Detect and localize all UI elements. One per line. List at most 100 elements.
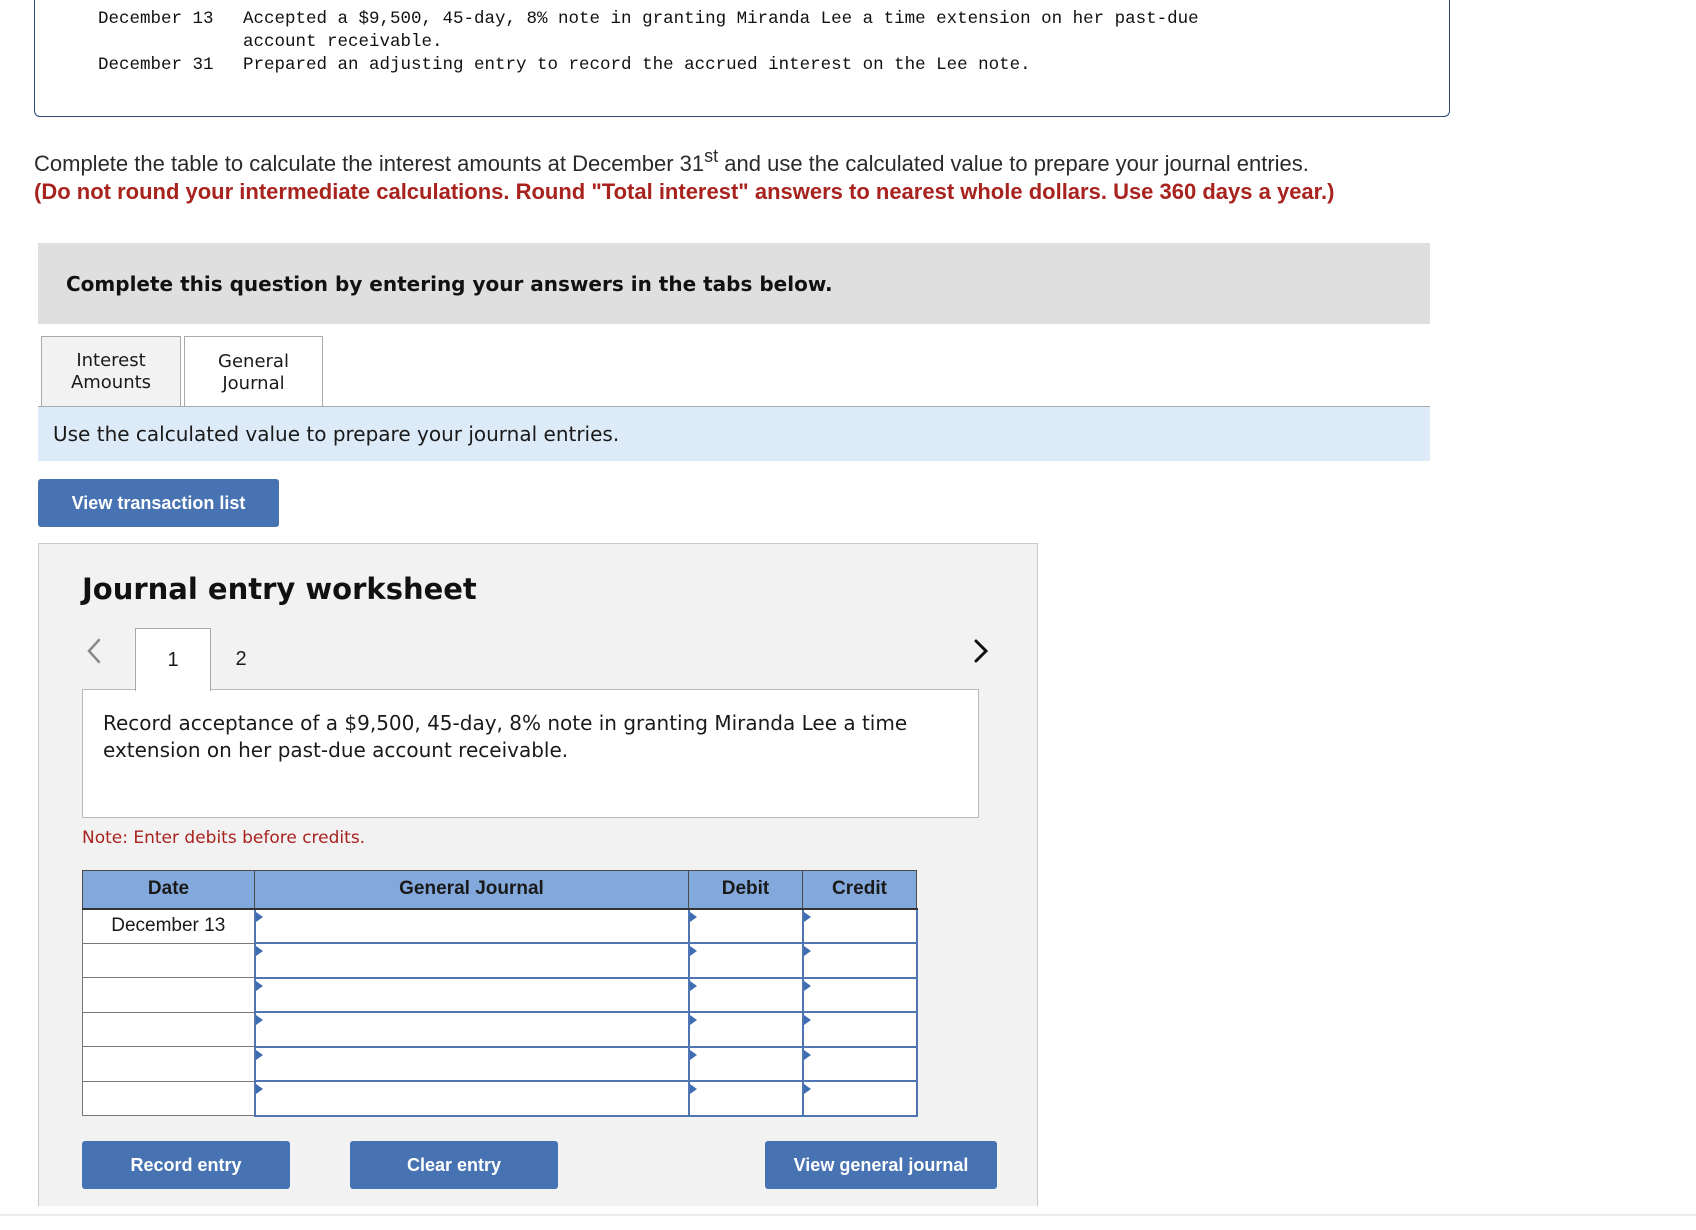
footer-divider (0, 1214, 1696, 1216)
cell-marker-icon (255, 911, 263, 922)
entry-description: Record acceptance of a $9,500, 45-day, 8… (82, 689, 979, 818)
account-input[interactable] (255, 1013, 688, 1046)
account-input[interactable] (255, 909, 688, 942)
debit-input[interactable] (689, 978, 802, 1011)
credit-input[interactable] (803, 978, 916, 1011)
cell-marker-icon (803, 1084, 811, 1094)
transactions-box: December 13 Accepted a $9,500, 45-day, 8%… (34, 0, 1450, 117)
cell-marker-icon (255, 1049, 263, 1060)
chevron-left-icon[interactable] (83, 636, 107, 666)
cell-marker-icon (689, 911, 697, 922)
journal-entry-worksheet: Journal entry worksheet 1 2 Record accep… (38, 543, 1038, 1206)
account-input-cell[interactable] (253, 1011, 690, 1048)
cell-marker-icon (803, 1015, 811, 1025)
cell-marker-icon (803, 911, 811, 922)
instructions-text-end: and use the calculated value to prepare … (718, 151, 1309, 176)
cell-marker-icon (689, 1084, 697, 1094)
clear-entry-button[interactable]: Clear entry (350, 1141, 558, 1189)
tab-general-journal[interactable]: General Journal (184, 336, 323, 408)
cell-marker-icon (803, 980, 811, 991)
debit-input-cell[interactable] (687, 1080, 804, 1117)
table-row (82, 1011, 918, 1048)
debit-input-cell[interactable] (687, 1045, 804, 1082)
instructions-red-note: (Do not round your intermediate calculat… (34, 179, 1335, 204)
credit-input-cell[interactable] (801, 1080, 918, 1117)
debit-input[interactable] (689, 944, 802, 977)
debit-input[interactable] (689, 1047, 802, 1080)
debit-input-cell[interactable] (687, 976, 804, 1013)
date-cell (82, 1011, 255, 1047)
table-header-row: Date General Journal Debit Credit (82, 870, 917, 910)
account-input[interactable] (255, 1047, 688, 1080)
account-input[interactable] (255, 1082, 688, 1115)
account-input[interactable] (255, 978, 688, 1011)
account-input[interactable] (255, 944, 688, 977)
instructions-text: Complete the table to calculate the inte… (34, 151, 705, 176)
date-cell: December 13 (82, 908, 255, 944)
account-input-cell[interactable] (253, 942, 690, 979)
tab-label: General (218, 350, 289, 372)
table-row (82, 1045, 918, 1082)
tab-interest-amounts[interactable]: Interest Amounts (41, 336, 181, 407)
credit-input[interactable] (803, 1047, 916, 1080)
date-cell (82, 942, 255, 978)
debit-input-cell[interactable] (687, 942, 804, 979)
debit-input[interactable] (689, 1013, 802, 1046)
journal-table: Date General Journal Debit Credit Decemb… (82, 870, 918, 1117)
credit-input[interactable] (803, 1082, 916, 1115)
credit-input[interactable] (803, 909, 916, 942)
cell-marker-icon (803, 946, 811, 956)
cell-marker-icon (689, 980, 697, 991)
info-bar: Use the calculated value to prepare your… (38, 406, 1430, 461)
debit-input[interactable] (689, 1082, 802, 1115)
credit-input[interactable] (803, 944, 916, 977)
credit-input-cell[interactable] (801, 907, 918, 944)
account-input-cell[interactable] (253, 976, 690, 1013)
table-row (82, 976, 918, 1013)
header-credit: Credit (802, 870, 917, 910)
credit-input-cell[interactable] (801, 1011, 918, 1048)
transaction-date: December 13 (98, 9, 214, 29)
credit-input-cell[interactable] (801, 942, 918, 979)
debit-input-cell[interactable] (687, 1011, 804, 1048)
table-row: December 13 (82, 907, 918, 944)
credit-input-cell[interactable] (801, 976, 918, 1013)
cell-marker-icon (255, 1015, 263, 1025)
account-input-cell[interactable] (253, 1045, 690, 1082)
debit-input-cell[interactable] (687, 907, 804, 944)
table-row (82, 1080, 918, 1117)
transaction-line: December 13 Accepted a $9,500, 45-day, 8%… (98, 8, 1199, 30)
header-general-journal: General Journal (254, 870, 689, 910)
cell-marker-icon (255, 980, 263, 991)
transaction-continuation: account receivable. (243, 32, 443, 52)
entry-tab-1[interactable]: 1 (135, 628, 211, 691)
tab-label: Journal (222, 372, 285, 394)
account-input-cell[interactable] (253, 907, 690, 944)
table-row (82, 942, 918, 979)
transaction-line: December 31 Prepared an adjusting entry t… (98, 54, 1031, 76)
chevron-right-icon[interactable] (969, 636, 993, 666)
cell-marker-icon (255, 946, 263, 956)
account-input-cell[interactable] (253, 1080, 690, 1117)
worksheet-title: Journal entry worksheet (82, 572, 477, 606)
instructions-main: Complete the table to calculate the inte… (34, 147, 1454, 178)
cell-marker-icon (689, 1015, 697, 1025)
view-transaction-list-button[interactable]: View transaction list (38, 479, 279, 527)
view-general-journal-button[interactable]: View general journal (765, 1141, 997, 1189)
debits-note: Note: Enter debits before credits. (82, 828, 366, 848)
cell-marker-icon (803, 1049, 811, 1060)
cell-marker-icon (689, 946, 697, 956)
instructions: Complete the table to calculate the inte… (34, 147, 1454, 206)
record-entry-button[interactable]: Record entry (82, 1141, 290, 1189)
cell-marker-icon (689, 1049, 697, 1060)
date-cell (82, 1046, 255, 1082)
credit-input[interactable] (803, 1013, 916, 1046)
debit-input[interactable] (689, 909, 802, 942)
tab-label: Amounts (70, 372, 152, 393)
question-banner: Complete this question by entering your … (38, 243, 1430, 324)
tab-label: Interest (76, 350, 146, 371)
credit-input-cell[interactable] (801, 1045, 918, 1082)
header-debit: Debit (688, 870, 803, 910)
entry-tab-2[interactable]: 2 (211, 628, 271, 690)
instructions-superscript: st (704, 146, 719, 166)
